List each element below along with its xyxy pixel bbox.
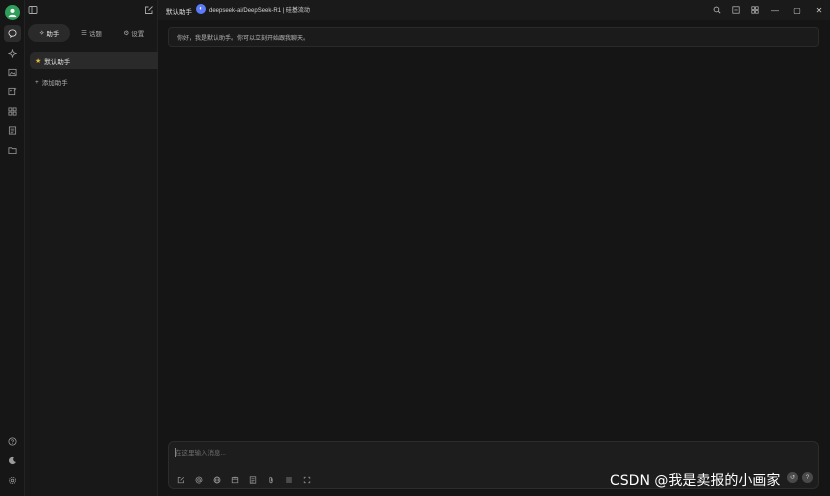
rail-help-button[interactable] [4,433,21,450]
fullscreen-icon [303,476,311,484]
tab-label: 助手 [46,31,60,38]
plus-icon: + [35,78,39,86]
layout-button[interactable] [745,0,764,20]
rail-apps-button[interactable] [4,103,21,120]
greeting-message: 你好，我是默认助手。你可以立刻开始跟我聊天。 [168,27,819,47]
image-edit-icon [8,87,17,96]
chat-icon [8,29,17,38]
edit-icon [177,476,185,484]
current-assistant-title: 默认助手 [166,9,192,16]
web-search-button[interactable] [210,473,224,487]
panel-tabs: ✧ 助手 ☰ 话题 ⚙ 设置 [28,24,155,42]
tab-settings[interactable]: ⚙ 设置 [113,24,155,42]
gear-icon [8,476,17,485]
user-avatar[interactable] [5,5,20,20]
clear-context-button[interactable] [282,473,296,487]
tab-assistants[interactable]: ✧ 助手 [28,24,71,42]
folder-icon [8,147,17,155]
rail-agents-button[interactable] [4,45,21,62]
composer-toolbar [174,473,314,487]
rail-paintings-button[interactable] [4,64,21,81]
rail-files-button[interactable] [4,142,21,159]
sparkle-icon: ✧ [38,30,45,37]
apps-grid-icon [8,107,17,116]
star-icon: ★ [35,57,42,65]
mention-model-button[interactable] [192,473,206,487]
close-button[interactable]: ✕ [808,0,830,20]
book-icon [231,476,239,484]
chat-area: 你好，我是默认助手。你可以立刻开始跟我聊天。 在这里输入消息... ↺ ? [158,20,830,496]
help-icon: ? [805,474,810,481]
maximize-button[interactable]: ▢ [786,0,808,20]
assistant-list-item[interactable]: ★ 默认助手 ! [30,52,178,69]
refresh-icon: ↺ [789,475,796,481]
sidebar-toggle-icon[interactable] [28,5,38,15]
help-icon [8,437,17,446]
model-selector[interactable]: ◐ deepseek-ai/DeepSeek-R1 | 硅基流动 [196,4,310,14]
deepseek-logo-icon: ◐ [196,4,206,14]
add-assistant-button[interactable]: + 添加助手 [35,77,68,88]
notes-icon [249,476,257,484]
at-icon [195,476,203,484]
add-assistant-label: 添加助手 [41,80,68,87]
tab-topics[interactable]: ☰ 话题 [70,24,112,42]
moon-icon [9,456,16,465]
search-button[interactable] [707,0,726,20]
lines-icon [286,477,292,483]
send-controls: ↺ ? [787,472,813,483]
image-icon [8,68,17,77]
paperclip-icon [269,476,273,484]
knowledge-base-button[interactable] [228,473,242,487]
rail-settings-button[interactable] [4,472,21,489]
assistant-panel: ✧ 助手 ☰ 话题 ⚙ 设置 ★ 默认助手 ! + 添加助手 [25,0,178,496]
close-icon: ✕ [815,5,823,15]
model-label: deepseek-ai/DeepSeek-R1 | 硅基流动 [209,7,310,14]
maximize-icon: ▢ [793,5,801,15]
notes-icon [8,126,17,135]
nav-rail [0,0,25,496]
sparkle-icon [8,49,17,58]
expand-icon [731,6,740,14]
grid-icon [750,6,759,14]
rail-theme-button[interactable] [4,452,21,469]
tab-label: 话题 [88,31,102,38]
tab-label: 设置 [131,31,145,38]
gear-icon: ⚙ [123,30,130,37]
new-chat-icon[interactable] [144,5,154,15]
minimize-button[interactable]: — [764,0,786,20]
list-icon: ☰ [81,30,87,37]
expand-input-button[interactable] [300,473,314,487]
screenshot-button[interactable] [726,0,745,20]
new-topic-button[interactable] [174,473,188,487]
assistant-name: 默认助手 [44,58,71,66]
search-icon [713,6,720,14]
translate-button[interactable]: ↺ [787,472,798,483]
rail-chat-button[interactable] [4,25,21,42]
csdn-watermark: CSDN @我是卖报的小画家 [610,473,781,489]
rail-knowledge-button[interactable] [4,122,21,139]
panel-top-bar [25,0,158,20]
titlebar-controls: — ▢ ✕ [707,0,830,20]
send-button[interactable]: ? [802,472,813,483]
quick-phrase-button[interactable] [246,473,260,487]
attach-file-button[interactable] [264,473,278,487]
rail-translate-button[interactable] [4,83,21,100]
user-icon [8,8,17,18]
minimize-icon: — [771,5,779,15]
message-input[interactable] [175,447,775,459]
title-bar: 默认助手 ◐ deepseek-ai/DeepSeek-R1 | 硅基流动 — … [145,0,830,20]
globe-icon [213,476,221,484]
